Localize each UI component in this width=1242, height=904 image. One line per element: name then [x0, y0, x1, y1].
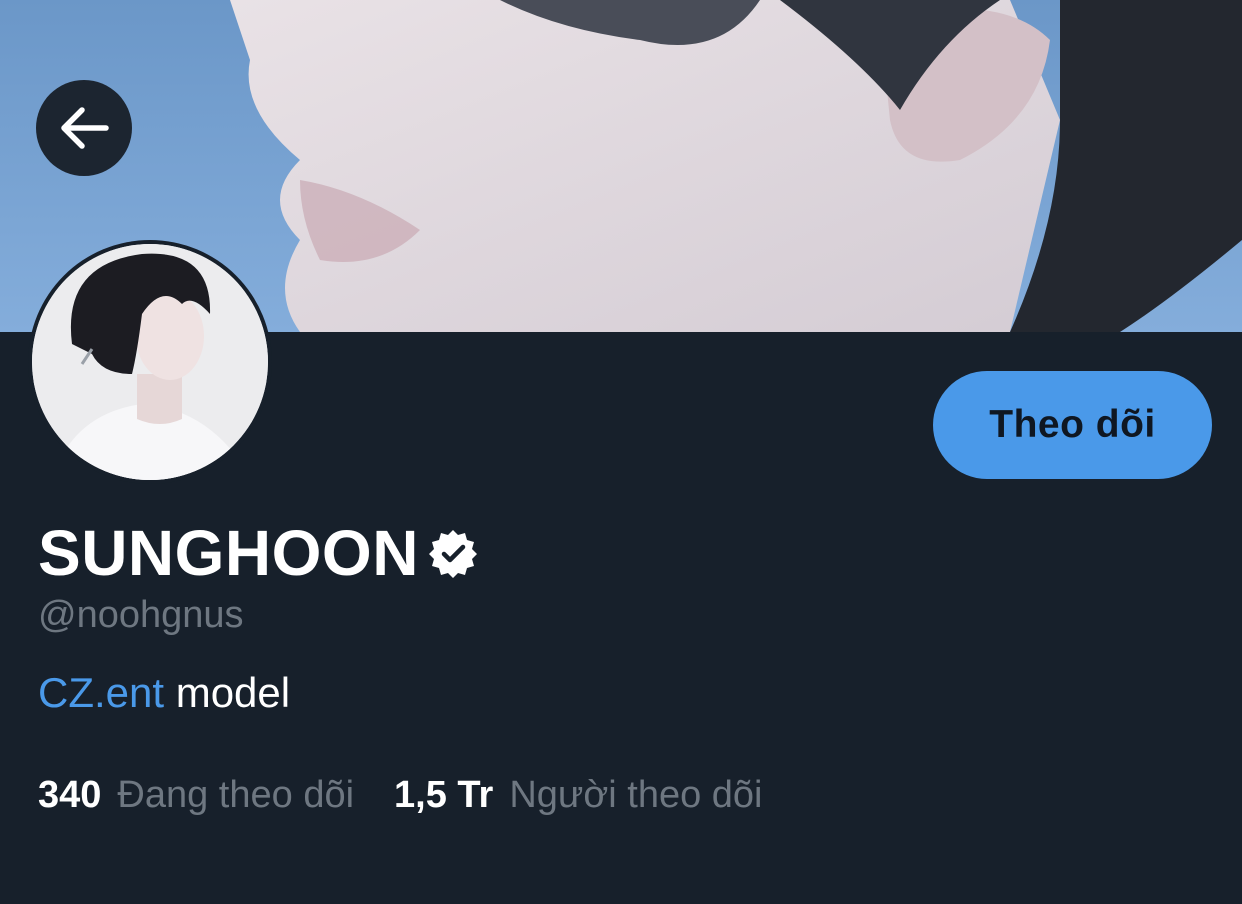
following-stat[interactable]: 340 Đang theo dõi — [38, 772, 354, 818]
profile-stats: 340 Đang theo dõi 1,5 Tr Người theo dõi — [38, 772, 763, 818]
followers-count: 1,5 Tr — [394, 774, 494, 816]
avatar[interactable] — [28, 240, 272, 484]
followers-label: Người theo dõi — [509, 774, 763, 816]
followers-stat[interactable]: 1,5 Tr Người theo dõi — [394, 772, 762, 818]
bio-text: model — [164, 669, 291, 716]
verified-badge-icon — [427, 527, 479, 579]
follow-button[interactable]: Theo dõi — [933, 371, 1212, 479]
handle: @noohgnus — [38, 594, 244, 636]
name-row: SUNGHOON — [38, 518, 479, 588]
bio: CZ.ent model — [38, 668, 290, 718]
back-button[interactable] — [36, 80, 132, 176]
display-name: SUNGHOON — [38, 517, 419, 589]
profile-page: Theo dõi SUNGHOON @noohgnus CZ.ent model… — [0, 0, 1242, 904]
bio-link[interactable]: CZ.ent — [38, 669, 164, 716]
arrow-left-icon — [61, 107, 109, 149]
avatar-image — [32, 244, 268, 480]
following-label: Đang theo dõi — [117, 774, 355, 816]
following-count: 340 — [38, 774, 102, 816]
